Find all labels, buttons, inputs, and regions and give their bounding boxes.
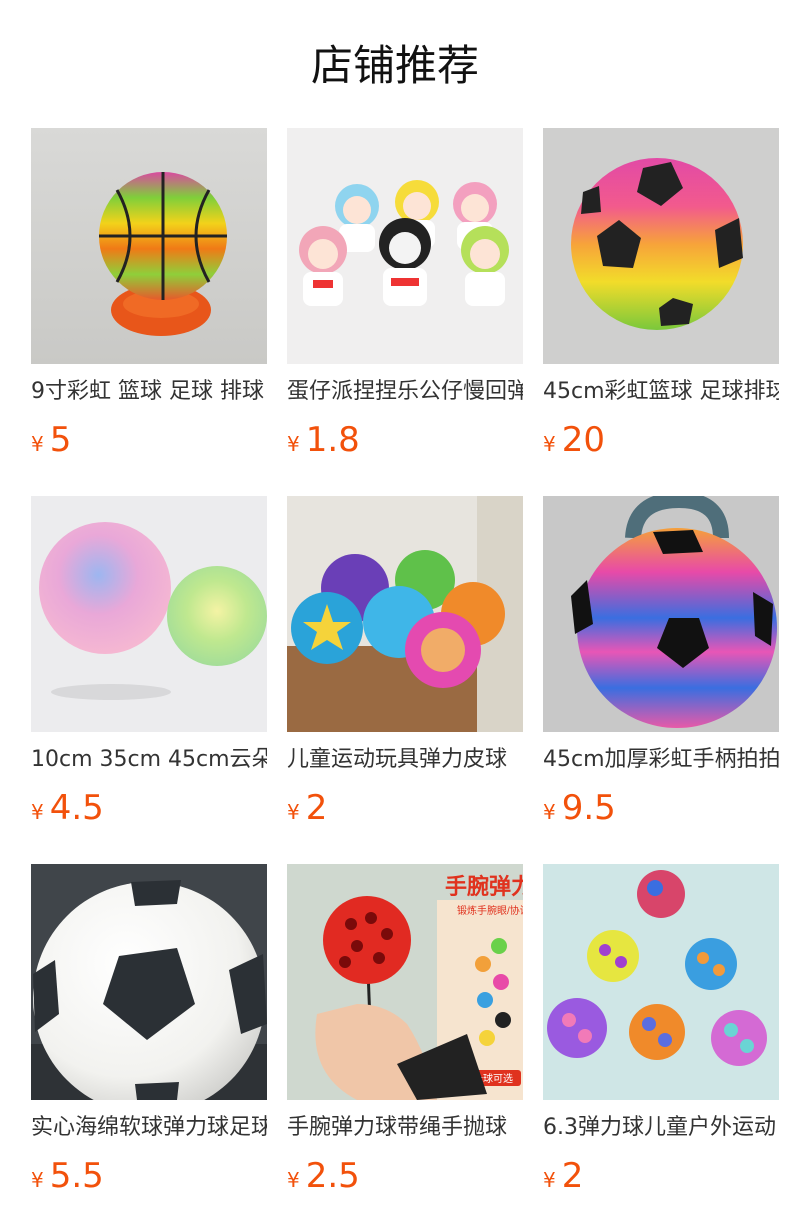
product-card[interactable]: 6.3弹力球儿童户外运动 ¥2 — [543, 864, 779, 1214]
product-price: ¥2 — [543, 1156, 584, 1196]
product-name: 45cm加厚彩虹手柄拍拍球 — [543, 747, 779, 772]
tie-dye-balls-icon — [31, 496, 267, 732]
product-price: ¥2 — [287, 788, 328, 828]
product-price: ¥9.5 — [543, 788, 616, 828]
product-card[interactable]: 实心海绵软球弹力球足球 ¥5.5 — [31, 864, 267, 1214]
rainbow-soccer-ball-icon — [543, 128, 779, 364]
product-name: 手腕弹力球带绳手抛球 — [287, 1115, 508, 1140]
wrist-ad-title: 手腕弹力球 — [445, 874, 523, 899]
product-name: 45cm彩虹篮球 足球排球 — [543, 379, 779, 404]
product-card[interactable]: 9寸彩虹 篮球 足球 排球 ¥5 — [31, 128, 267, 478]
product-price: ¥1.8 — [287, 420, 360, 460]
product-card[interactable]: 儿童运动玩具弹力皮球 ¥2 — [287, 496, 523, 846]
product-price: ¥4.5 — [31, 788, 104, 828]
product-card[interactable]: 45cm加厚彩虹手柄拍拍球 ¥9.5 — [543, 496, 779, 846]
product-card[interactable]: 手腕弹力球 锻炼手腕眼/协调能力 十球可选 手腕弹力球带绳手抛球 ¥2.5 — [287, 864, 523, 1214]
product-name: 9寸彩虹 篮球 足球 排球 — [31, 379, 264, 404]
product-name: 儿童运动玩具弹力皮球 — [287, 747, 508, 772]
wrist-bounce-ball-icon: 手腕弹力球 锻炼手腕眼/协调能力 十球可选 — [287, 864, 523, 1100]
product-price: ¥20 — [543, 420, 605, 460]
product-card[interactable]: 45cm彩虹篮球 足球排球 ¥20 — [543, 128, 779, 478]
moon-bounce-balls-icon — [543, 864, 779, 1100]
eggy-figures-icon — [287, 128, 523, 364]
product-name: 实心海绵软球弹力球足球 — [31, 1115, 267, 1140]
product-name: 蛋仔派捏捏乐公仔慢回弹 — [287, 379, 523, 404]
product-price: ¥2.5 — [287, 1156, 360, 1196]
product-card[interactable]: 蛋仔派捏捏乐公仔慢回弹 ¥1.8 — [287, 128, 523, 478]
product-price: ¥5 — [31, 420, 72, 460]
product-price: ¥5.5 — [31, 1156, 104, 1196]
rainbow-handle-ball-icon — [543, 496, 779, 732]
product-name: 10cm 35cm 45cm云朵球 — [31, 747, 267, 772]
sponge-soccer-ball-icon — [31, 864, 267, 1100]
product-name: 6.3弹力球儿童户外运动 — [543, 1115, 776, 1140]
product-card[interactable]: 10cm 35cm 45cm云朵球 ¥4.5 — [31, 496, 267, 846]
star-pattern-balls-icon — [287, 496, 523, 732]
wrist-ad-subtitle: 锻炼手腕眼/协调能力 — [457, 904, 523, 917]
page-title: 店铺推荐 — [310, 41, 479, 90]
rainbow-basketball-icon — [31, 128, 267, 364]
